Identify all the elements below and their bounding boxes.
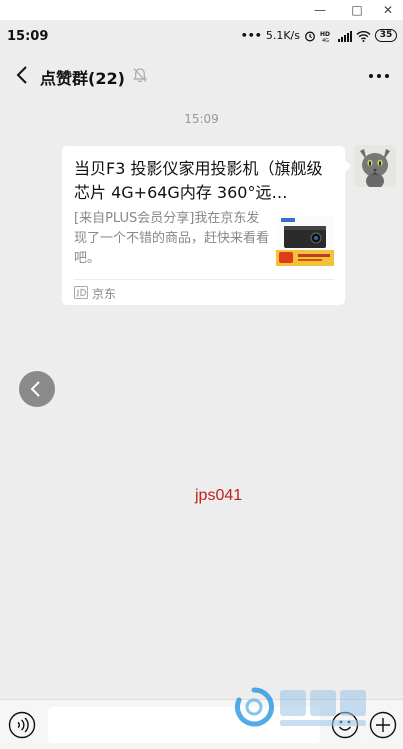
shared-link-card[interactable]: 当贝F3 投影仪家用投影机（旗舰级芯片 4G+64G内存 360°远… [来自P… xyxy=(62,146,345,305)
card-source: 京东 xyxy=(92,287,117,301)
close-button[interactable]: ✕ xyxy=(373,1,403,19)
message-timestamp: 15:09 xyxy=(184,112,219,126)
battery-icon: 35 xyxy=(375,29,397,42)
input-bar xyxy=(0,699,403,749)
floating-back-button[interactable] xyxy=(19,371,55,407)
back-icon[interactable] xyxy=(10,62,36,88)
more-dots-indicator: ••• xyxy=(240,29,262,42)
mute-icon xyxy=(133,68,147,83)
svg-text:4G: 4G xyxy=(322,38,329,42)
cat-avatar-image xyxy=(354,145,396,187)
window-title-bar: — □ ✕ xyxy=(0,0,403,20)
hd-icon: HD4G xyxy=(320,31,330,42)
product-thumbnail xyxy=(276,216,334,266)
emoji-icon[interactable] xyxy=(331,711,359,739)
plus-icon[interactable] xyxy=(369,711,397,739)
minimize-button[interactable]: — xyxy=(305,1,335,19)
card-divider xyxy=(74,279,334,280)
voice-icon[interactable] xyxy=(8,711,36,739)
bubble-tail xyxy=(345,160,351,172)
svg-text:HD: HD xyxy=(320,31,330,38)
jd-logo-icon xyxy=(74,286,88,299)
chat-header: 点赞群(22) xyxy=(0,54,403,98)
more-icon[interactable] xyxy=(367,65,391,87)
status-time: 15:09 xyxy=(7,29,49,44)
projector-image xyxy=(276,216,334,266)
avatar[interactable] xyxy=(354,145,396,187)
wifi-icon xyxy=(356,30,371,42)
alarm-icon xyxy=(305,31,315,41)
status-bar: 15:09 ••• 5.1K/s HD 4G 35 xyxy=(0,20,403,54)
message-input[interactable] xyxy=(48,707,320,743)
watermark-text: jps041 xyxy=(195,487,243,504)
signal-icon xyxy=(338,30,352,42)
card-title: 当贝F3 投影仪家用投影机（旗舰级芯片 4G+64G内存 360°远… xyxy=(74,159,323,202)
maximize-button[interactable]: □ xyxy=(342,1,372,19)
net-speed: 5.1K/s xyxy=(265,29,300,42)
chat-title: 点赞群(22) xyxy=(40,69,125,88)
card-description: [来自PLUS会员分享]我在京东发现了一个不错的商品，赶快来看看吧。 xyxy=(74,211,269,266)
chevron-left-icon xyxy=(30,381,40,397)
